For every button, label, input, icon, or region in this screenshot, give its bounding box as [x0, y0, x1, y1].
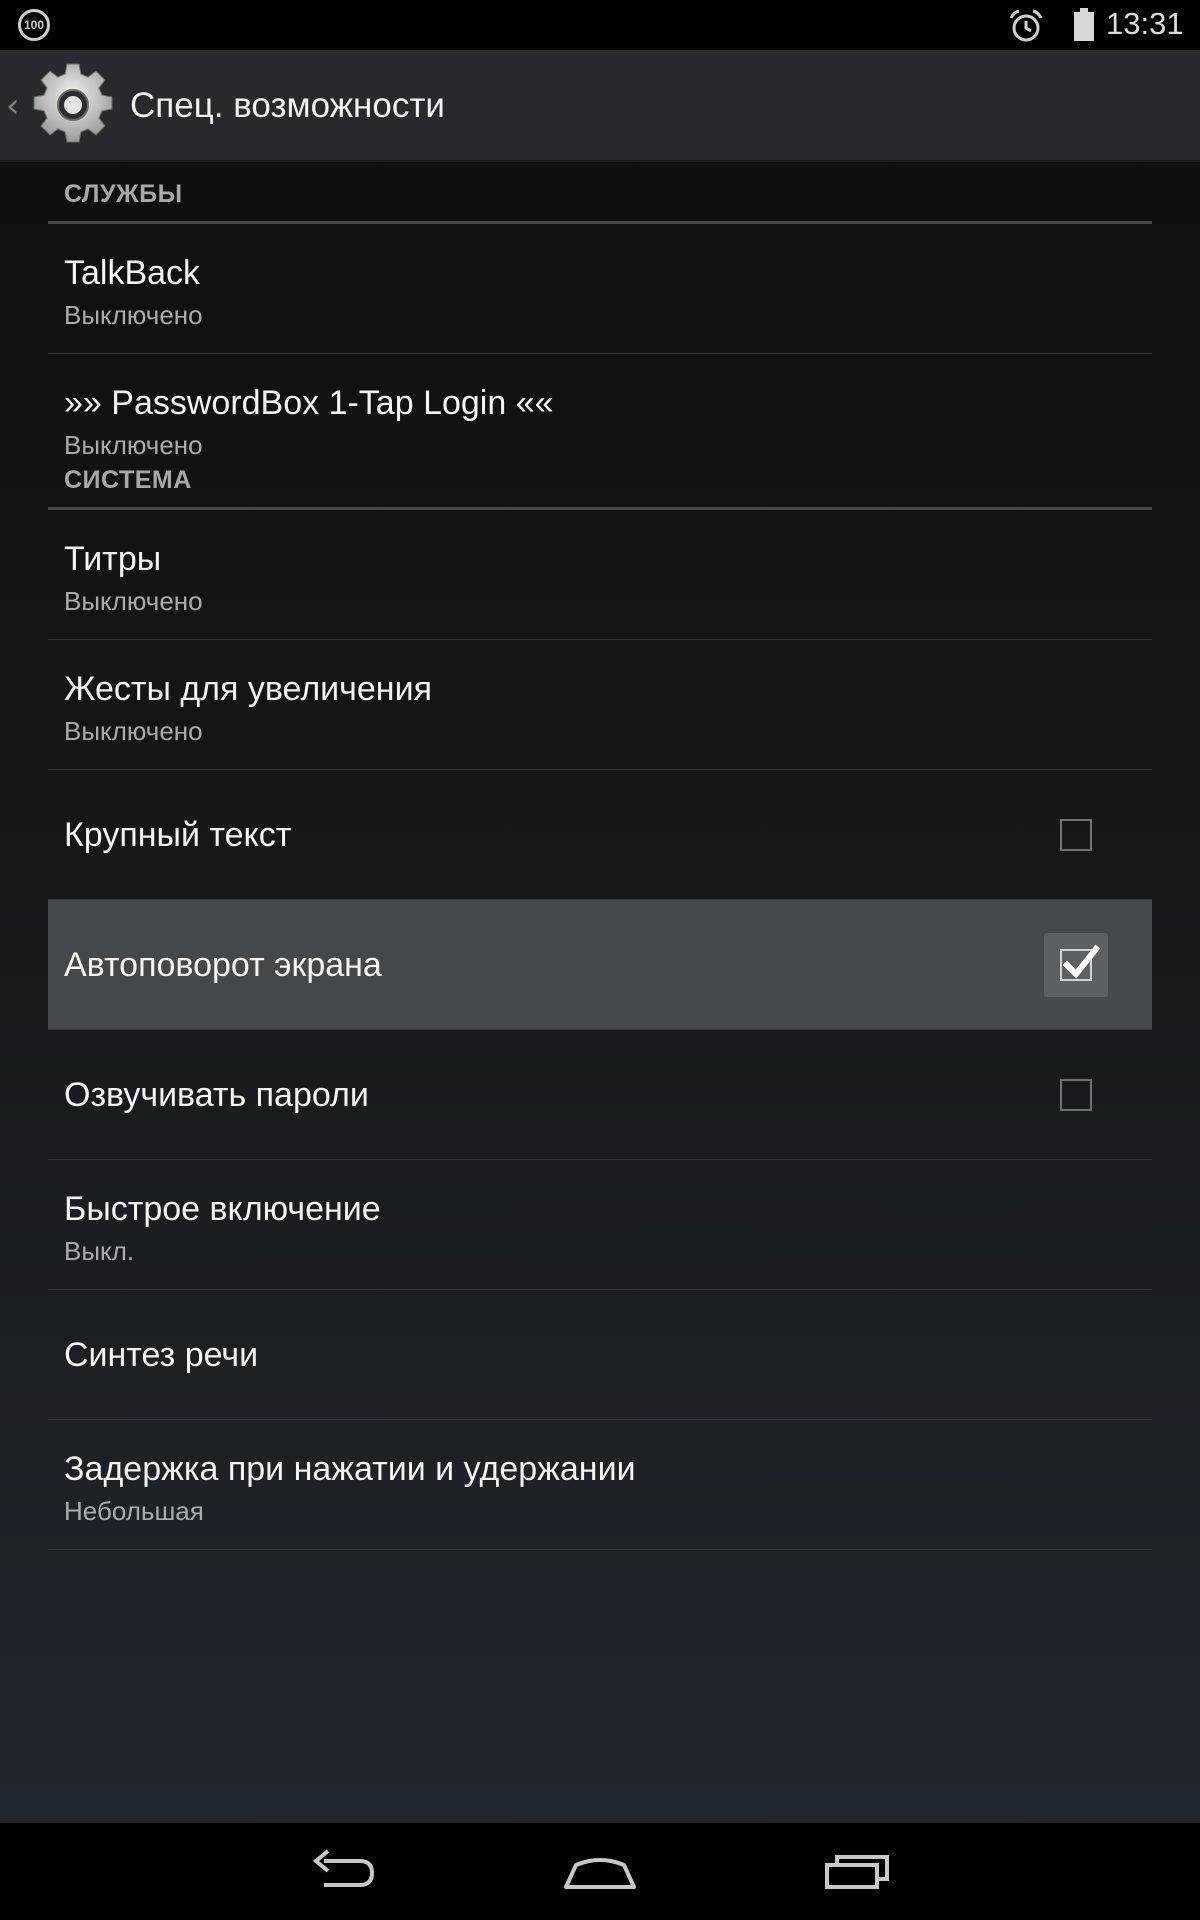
item-title: TalkBack — [64, 254, 201, 292]
battery-saver-badge-icon: 100 — [18, 9, 50, 41]
auto-rotate-checkbox[interactable] — [1044, 933, 1108, 997]
settings-list: СЛУЖБЫ TalkBack Выключено »» PasswordBox… — [0, 162, 1200, 1550]
status-bar: 100 13:31 — [0, 0, 1200, 50]
section-header-services: СЛУЖБЫ — [48, 162, 1152, 224]
page-title: Спец. возможности — [130, 86, 445, 125]
item-summary: Выключено — [64, 716, 203, 746]
clock: 13:31 — [1106, 6, 1184, 41]
item-summary: Выкл. — [64, 1236, 135, 1266]
item-title: Титры — [64, 540, 162, 578]
large-text-checkbox[interactable] — [1060, 819, 1092, 851]
up-chevron-icon[interactable]: ‹ — [6, 86, 20, 126]
item-title: Быстрое включение — [64, 1190, 381, 1228]
list-item-talkback[interactable]: TalkBack Выключено — [48, 224, 1152, 354]
item-summary: Выключено — [64, 300, 203, 330]
battery-icon — [1074, 8, 1094, 41]
item-title: Крупный текст — [64, 816, 292, 854]
checkbox-box — [1060, 944, 1100, 981]
item-summary: Выключено — [64, 586, 203, 616]
item-title: Синтез речи — [64, 1336, 259, 1374]
list-item-captions[interactable]: Титры Выключено — [48, 510, 1152, 640]
checkmark-icon — [1062, 944, 1100, 979]
status-left-badge-text: 100 — [23, 18, 45, 32]
section-header-label: СЛУЖБЫ — [64, 180, 183, 208]
list-item-touch-hold-delay[interactable]: Задержка при нажатии и удержании Небольш… — [48, 1420, 1152, 1550]
navigation-bar — [0, 1823, 1200, 1920]
back-icon[interactable] — [310, 1843, 376, 1899]
item-title: Задержка при нажатии и удержании — [64, 1450, 636, 1488]
list-item-large-text[interactable]: Крупный текст — [48, 770, 1152, 900]
list-item-speak-passwords[interactable]: Озвучивать пароли — [48, 1030, 1152, 1160]
item-title: Автоповорот экрана — [64, 946, 382, 984]
action-bar: ‹ Спец. возможности — [0, 50, 1200, 162]
speak-passwords-checkbox[interactable] — [1060, 1079, 1092, 1111]
item-title: Жесты для увеличения — [64, 670, 432, 708]
home-icon[interactable] — [562, 1843, 638, 1899]
item-summary: Небольшая — [64, 1496, 204, 1526]
section-header-label: СИСТЕМА — [64, 466, 192, 494]
recents-icon[interactable] — [823, 1843, 893, 1899]
list-item-text-to-speech[interactable]: Синтез речи — [48, 1290, 1152, 1420]
item-title: Озвучивать пароли — [64, 1076, 369, 1114]
section-header-system: СИСТЕМА — [48, 448, 1152, 510]
gear-icon[interactable] — [28, 60, 118, 150]
list-item-magnification-gestures[interactable]: Жесты для увеличения Выключено — [48, 640, 1152, 770]
list-item-auto-rotate[interactable]: Автоповорот экрана — [48, 900, 1152, 1030]
alarm-icon — [1009, 9, 1043, 42]
item-title: »» PasswordBox 1-Tap Login «« — [64, 384, 554, 422]
list-item-accessibility-shortcut[interactable]: Быстрое включение Выкл. — [48, 1160, 1152, 1290]
